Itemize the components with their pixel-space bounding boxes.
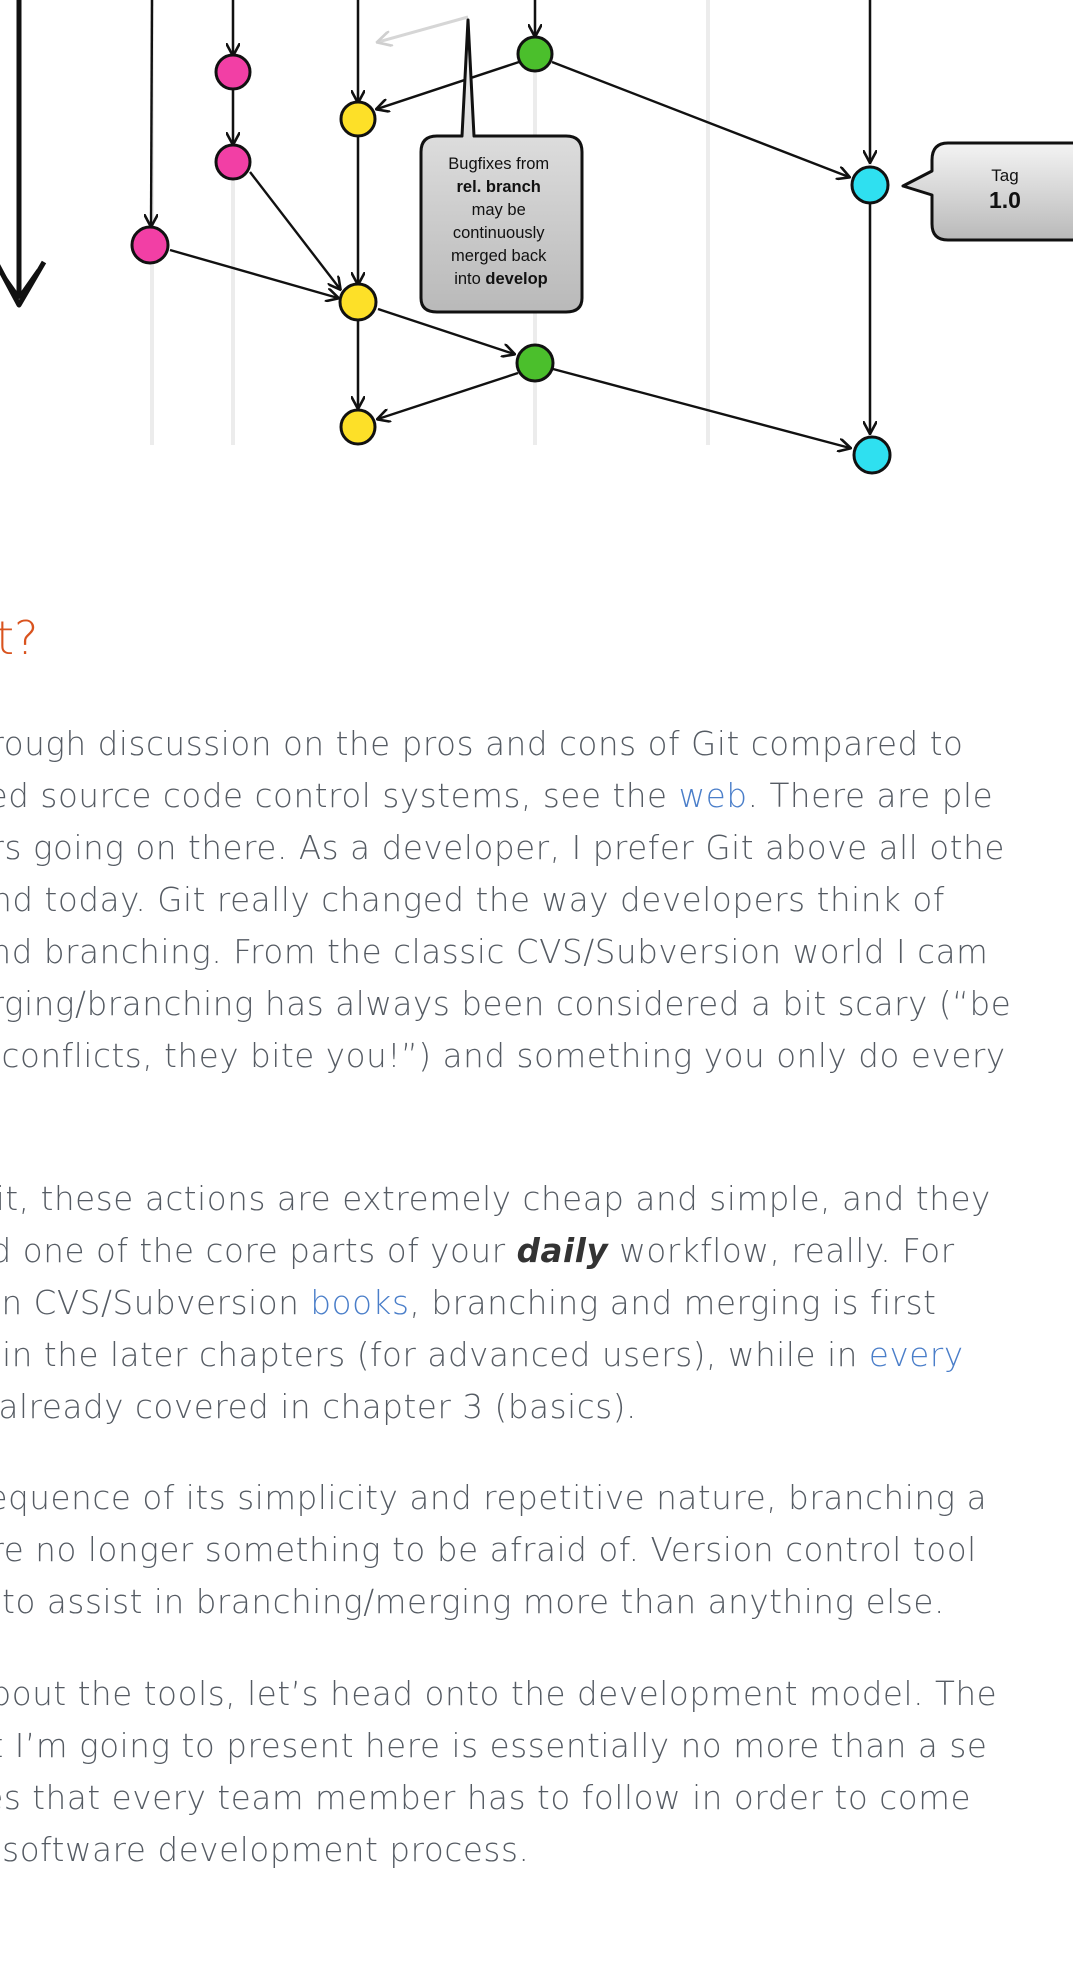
text-segment: , in CVS/Subversion <box>0 1284 311 1322</box>
text-segment: ed one of the core parts of your <box>0 1232 517 1270</box>
feature-commit <box>214 53 252 91</box>
bugfix-line-4: continuously <box>453 224 545 242</box>
paragraph-4: about the tools, let’s head onto the dev… <box>0 1668 1073 1876</box>
paragraph-line: d to assist in branching/merging more th… <box>0 1583 945 1621</box>
develop-commit <box>339 408 377 446</box>
paragraph-line: d in the later chapters (for advanced us… <box>0 1329 1073 1381</box>
paragraph-line: ed one of the core parts of your daily w… <box>0 1225 1073 1277</box>
tag-version: 1.0 <box>989 187 1021 213</box>
paragraph-line: about the tools, let’s head onto the dev… <box>0 1675 998 1713</box>
master-commit <box>850 165 890 205</box>
feature-commit <box>130 225 170 265</box>
develop-commit <box>339 100 377 138</box>
text-segment: , branching and merging is first <box>409 1284 937 1322</box>
paragraph-line: and branching. From the classic CVS/Subv… <box>0 933 989 971</box>
tag-callout: Tag 1.0 <box>901 141 1073 242</box>
text-segment: d in the later chapters (for advanced us… <box>0 1336 869 1374</box>
every-link[interactable]: every <box>869 1336 964 1374</box>
paragraph-line: at I’m going to present here is essentia… <box>0 1727 988 1765</box>
time-arrow <box>0 0 47 308</box>
paragraph-line: e conflicts, they bite you!”) and someth… <box>0 1037 1006 1075</box>
release-commit <box>516 35 554 73</box>
web-link[interactable]: web <box>679 777 748 815</box>
bugfix-line-2: rel. branch <box>457 178 541 196</box>
bugfix-line-1: Bugfixes from <box>448 155 549 173</box>
paragraph-line: are no longer something to be afraid of.… <box>0 1531 977 1569</box>
master-commit <box>852 435 892 475</box>
paragraph-line: und today. Git really changed the way de… <box>0 881 945 919</box>
tag-label: Tag <box>991 166 1018 185</box>
paragraph-line: Git, these actions are extremely cheap a… <box>0 1180 991 1218</box>
paragraph-line: sequence of its simplicity and repetitiv… <box>0 1479 988 1517</box>
text-segment: zed source code control systems, see the <box>0 777 679 815</box>
bugfix-line-6-bold: develop <box>485 270 547 288</box>
paragraph-3: sequence of its simplicity and repetitiv… <box>0 1472 1073 1628</box>
paragraph-line: erging/branching has always been conside… <box>0 985 1012 1023</box>
bugfix-line-3: may be <box>472 201 526 219</box>
text-segment: . There are ple <box>747 777 994 815</box>
paragraph-line: d software development process. <box>0 1831 530 1869</box>
emphasis-daily: daily <box>516 1232 609 1270</box>
faded-arrow <box>378 15 469 42</box>
feature-commit <box>214 143 252 181</box>
develop-commit <box>338 282 378 322</box>
books-link[interactable]: books <box>310 1284 409 1322</box>
text-segment: workflow, really. For <box>608 1232 955 1270</box>
paragraph-line: e. <box>0 1082 1073 1134</box>
paragraph-line: orough discussion on the pros and cons o… <box>0 725 964 763</box>
git-branching-diagram: Bugfixes from rel. branch may be continu… <box>0 0 1073 475</box>
paragraph-2: Git, these actions are extremely cheap a… <box>0 1173 1073 1433</box>
paragraph-1: orough discussion on the pros and cons o… <box>0 718 1073 1134</box>
release-commit <box>515 343 555 383</box>
bugfix-line-6-prefix: into <box>454 270 485 288</box>
paragraph-line: s already covered in chapter 3 (basics). <box>0 1388 637 1426</box>
section-heading: t? <box>0 611 39 665</box>
bugfix-line-5: merged back <box>451 247 547 265</box>
paragraph-line: ars going on there. As a developer, I pr… <box>0 829 1005 867</box>
paragraph-line: res that every team member has to follow… <box>0 1779 972 1817</box>
paragraph-line: zed source code control systems, see the… <box>0 770 1073 822</box>
paragraph-line: , in CVS/Subversion books, branching and… <box>0 1277 1073 1329</box>
